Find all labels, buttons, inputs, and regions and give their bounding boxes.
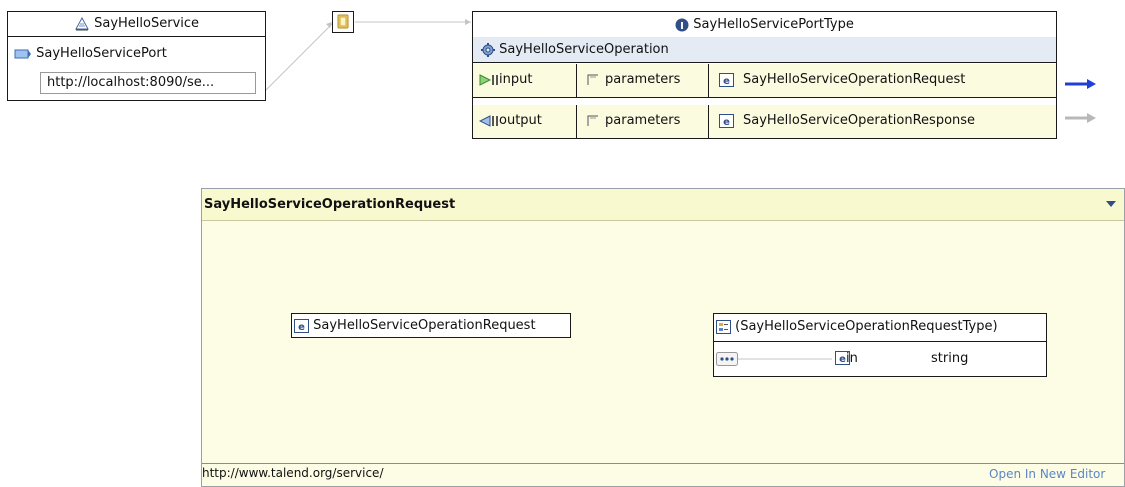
input-link-arrow[interactable] [1063, 78, 1097, 90]
input-part-cell: parameters [577, 64, 709, 97]
sequence-row[interactable]: e in string [714, 343, 1046, 376]
part-icon [587, 74, 598, 85]
input-element-cell: e SayHelloServiceOperationRequest [709, 64, 1057, 97]
svg-text:e: e [298, 322, 305, 333]
element-panel-title: SayHelloServiceOperationRequest [204, 197, 456, 212]
output-arrow-icon [479, 115, 498, 127]
input-cell: input [473, 64, 577, 97]
request-element-box[interactable]: e SayHelloServiceOperationRequest [291, 313, 571, 338]
input-arrow-icon [479, 74, 498, 86]
complex-type-title: (SayHelloServiceOperationRequestType) [714, 314, 1046, 342]
element-panel-header: SayHelloServiceOperationRequest [202, 189, 1124, 221]
operation-name: SayHelloServiceOperation [499, 42, 669, 57]
output-message-row[interactable]: output parameters e SayHelloServiceOpera… [473, 105, 1056, 139]
service-name: SayHelloService [94, 16, 200, 31]
element-icon: e [294, 318, 309, 333]
interface-icon: I [675, 18, 689, 32]
service-address-field[interactable]: http://localhost:8090/se... [40, 72, 256, 94]
operation-row[interactable]: SayHelloServiceOperation [473, 37, 1056, 63]
output-part-cell: parameters [577, 105, 709, 138]
input-element-name: SayHelloServiceOperationRequest [743, 72, 966, 87]
namespace-text: http://www.talend.org/service/ [202, 466, 384, 480]
port-icon [14, 49, 31, 58]
binding-box[interactable] [332, 11, 354, 33]
output-cell: output [473, 105, 577, 138]
sequence-icon [716, 352, 832, 366]
field-type: string [931, 351, 969, 366]
request-element-name: SayHelloServiceOperationRequest [313, 318, 536, 333]
service-title: SayHelloService [8, 12, 265, 37]
service-icon [75, 16, 89, 30]
element-icon: e [719, 114, 734, 128]
output-link-arrow[interactable] [1063, 112, 1097, 124]
complex-type-box[interactable]: (SayHelloServiceOperationRequestType) e … [713, 313, 1047, 377]
port-type-title: I SayHelloServicePortType [473, 12, 1056, 38]
gear-icon [481, 42, 495, 57]
input-message-row[interactable]: input parameters e SayHelloServiceOperat… [473, 64, 1056, 98]
field-name: in [846, 351, 858, 366]
complex-type-name: (SayHelloServiceOperationRequestType) [735, 319, 998, 334]
dropdown-triangle-icon[interactable] [1106, 201, 1116, 208]
service-port-item[interactable]: SayHelloServicePort [14, 45, 167, 63]
input-label: input [499, 72, 533, 87]
port-type-name: SayHelloServicePortType [693, 17, 854, 32]
input-part-label: parameters [605, 72, 681, 87]
output-label: output [499, 113, 542, 128]
complex-type-icon [716, 319, 731, 334]
output-element-name: SayHelloServiceOperationResponse [743, 113, 976, 128]
binding-icon [337, 14, 349, 29]
element-icon: e [719, 73, 734, 87]
svg-text:I: I [680, 21, 684, 32]
element-panel-footer: http://www.talend.org/service/ Open In N… [202, 463, 1124, 486]
svg-text:e: e [723, 117, 730, 128]
output-part-label: parameters [605, 113, 681, 128]
open-in-new-editor-link[interactable]: Open In New Editor [989, 467, 1105, 481]
service-port-name: SayHelloServicePort [36, 46, 167, 61]
service-box[interactable]: SayHelloService SayHelloServicePort http… [7, 11, 266, 101]
part-icon [587, 115, 598, 126]
svg-text:e: e [723, 76, 730, 87]
output-element-cell: e SayHelloServiceOperationResponse [709, 105, 1057, 138]
port-type-box[interactable]: I SayHelloServicePortType SayHelloServic… [472, 11, 1057, 139]
